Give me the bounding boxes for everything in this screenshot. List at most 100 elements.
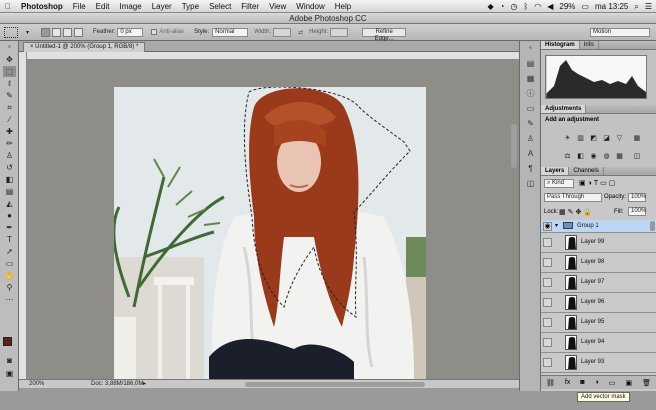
marquee-preset-icon[interactable]	[4, 26, 18, 38]
search-icon[interactable]: ⌕	[634, 2, 638, 12]
clock[interactable]: ma 13:25	[595, 2, 628, 11]
adjustment-layer-icon[interactable]: ◑	[595, 379, 599, 386]
visibility-eye-icon[interactable]	[543, 258, 552, 267]
blend-mode-select[interactable]: Pass Through	[544, 193, 602, 202]
menu-photoshop[interactable]: Photoshop	[16, 2, 68, 11]
group-expand-icon[interactable]: ▾	[555, 222, 558, 229]
sync-icon[interactable]: ◔	[500, 2, 505, 11]
menu-layer[interactable]: Layer	[147, 2, 177, 11]
vibrance-icon[interactable]: ▽	[615, 134, 624, 143]
menu-type[interactable]: Type	[177, 2, 204, 11]
quick-mask-icon[interactable]: ◙	[3, 355, 16, 366]
brush-panel-icon[interactable]: ✎	[524, 118, 537, 129]
properties-panel-icon[interactable]: ▦	[524, 73, 537, 84]
add-mask-icon[interactable]: ◙	[580, 379, 584, 386]
wifi-icon[interactable]: ◠	[534, 2, 541, 11]
layers-scrollbar[interactable]	[650, 221, 655, 231]
path-select-tool-icon[interactable]: ➚	[3, 246, 16, 257]
brush-tool-icon[interactable]: ✏	[3, 138, 16, 149]
battery-percent[interactable]: 29%	[559, 2, 575, 11]
levels-icon[interactable]: ▥	[576, 134, 585, 143]
menu-filter[interactable]: Filter	[236, 2, 264, 11]
photo-filter-icon[interactable]: ◉	[589, 152, 598, 161]
zoom-tool-icon[interactable]: ⚲	[3, 282, 16, 293]
visibility-eye-icon[interactable]	[543, 318, 552, 327]
bluetooth-icon[interactable]: ᛒ	[523, 2, 528, 11]
visibility-eye-icon[interactable]: ◉	[543, 222, 552, 231]
history-panel-icon[interactable]: ▤	[524, 58, 537, 69]
character-panel-icon[interactable]: A	[524, 148, 537, 159]
document-image[interactable]	[114, 87, 426, 379]
volume-icon[interactable]: ◀	[547, 2, 553, 11]
hand-tool-icon[interactable]: ✋	[3, 270, 16, 281]
menu-window[interactable]: Window	[291, 2, 329, 11]
refine-edge-button[interactable]: Refine Edge...	[362, 27, 407, 42]
visibility-eye-icon[interactable]	[543, 358, 552, 367]
type-tool-icon[interactable]: T	[3, 234, 16, 245]
layer-filter-icons[interactable]: ▣◑T▭▢	[579, 179, 617, 187]
hue-saturation-icon[interactable]: ▦	[632, 134, 641, 143]
width-input[interactable]	[273, 27, 292, 37]
quick-select-tool-icon[interactable]: ✎	[3, 90, 16, 101]
clone-stamp-tool-icon[interactable]: ♙	[3, 150, 16, 161]
tab-histogram[interactable]: Histogram	[541, 41, 580, 49]
ruler-vertical[interactable]	[19, 52, 27, 379]
exposure-icon[interactable]: ◪	[602, 134, 611, 143]
subtract-selection-icon[interactable]	[63, 27, 73, 37]
visibility-eye-icon[interactable]	[543, 338, 552, 347]
blur-tool-icon[interactable]: ◭	[3, 198, 16, 209]
crop-tool-icon[interactable]: ⌗	[3, 102, 16, 113]
curves-icon[interactable]: ◩	[589, 134, 598, 143]
lock-icons[interactable]: ▦✎✥🔒	[559, 208, 594, 216]
tab-adjustments[interactable]: Adjustments	[541, 105, 587, 113]
pen-tool-icon[interactable]: ✒	[3, 222, 16, 233]
menu-view[interactable]: View	[264, 2, 291, 11]
menu-edit[interactable]: Edit	[91, 2, 115, 11]
ruler-horizontal[interactable]	[27, 52, 519, 60]
color-balance-icon[interactable]: ⚖	[563, 152, 572, 161]
visibility-eye-icon[interactable]	[543, 278, 552, 287]
lasso-tool-icon[interactable]: ℓ	[3, 78, 16, 89]
status-menu-arrow-icon[interactable]: ▸	[143, 380, 146, 387]
tab-info[interactable]: Info	[580, 41, 599, 49]
doc-info[interactable]: Doc: 3,88M/186,0M	[91, 381, 143, 387]
dodge-tool-icon[interactable]: ●	[3, 210, 16, 221]
invert-icon[interactable]: ◫	[632, 152, 641, 161]
add-selection-icon[interactable]	[52, 27, 62, 37]
layer-row[interactable]: Layer 98	[541, 253, 656, 273]
canvas-area[interactable]	[27, 60, 519, 379]
move-tool-icon[interactable]: ✥	[3, 54, 16, 65]
visibility-eye-icon[interactable]	[543, 238, 552, 247]
tools-collapse-icon[interactable]: »	[3, 42, 16, 53]
new-selection-icon[interactable]	[41, 27, 51, 37]
clone-source-panel-icon[interactable]: ♙	[524, 133, 537, 144]
layer-row[interactable]: Layer 99	[541, 233, 656, 253]
fill-input[interactable]: 100%	[628, 207, 646, 216]
layer-row[interactable]: Layer 96	[541, 293, 656, 313]
timemachine-icon[interactable]: ◷	[510, 2, 517, 11]
document-tab[interactable]: × Untitled-1 @ 200% (Group 1, RGB/8) *	[23, 42, 146, 52]
gradient-tool-icon[interactable]: ▤	[3, 186, 16, 197]
intersect-selection-icon[interactable]	[74, 27, 84, 37]
layer-row[interactable]: Layer 95	[541, 313, 656, 333]
notifications-icon[interactable]: ☰	[645, 2, 652, 11]
feather-input[interactable]: 0 px	[117, 27, 144, 37]
eraser-tool-icon[interactable]: ◧	[3, 174, 16, 185]
battery-icon[interactable]: ▭	[581, 2, 589, 11]
preset-dropdown-icon[interactable]: ▾	[26, 29, 29, 36]
layer-row-group[interactable]: ◉ ▾ Group 1	[541, 220, 656, 233]
info-panel-icon[interactable]: ⓘ	[524, 88, 537, 99]
vertical-scrollbar[interactable]	[511, 124, 517, 168]
layer-style-icon[interactable]: fx	[565, 379, 570, 386]
antialias-checkbox[interactable]	[151, 29, 158, 35]
apple-menu-icon[interactable]: 	[0, 2, 16, 11]
more-tools-icon[interactable]: ⋯	[3, 294, 16, 305]
channel-mixer-icon[interactable]: ◍	[602, 152, 611, 161]
history-brush-tool-icon[interactable]: ↺	[3, 162, 16, 173]
delete-layer-icon[interactable]: 🗑	[642, 379, 651, 387]
screen-mode-icon[interactable]: ▣	[3, 368, 16, 379]
eyedropper-tool-icon[interactable]: ⁄	[3, 114, 16, 125]
healing-tool-icon[interactable]: ✚	[3, 126, 16, 137]
swap-dimensions-icon[interactable]: ⇄	[298, 29, 303, 36]
height-input[interactable]	[330, 27, 349, 37]
